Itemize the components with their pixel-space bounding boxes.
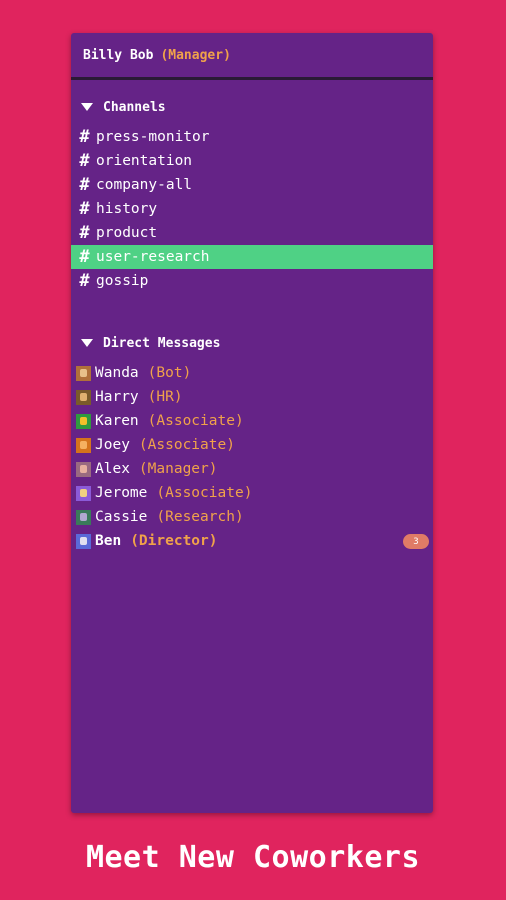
channel-item-press-monitor[interactable]: # press-monitor [71,125,433,149]
dm-role: (Research) [156,509,244,525]
workspace-header[interactable]: Billy Bob (Manager) [71,33,433,80]
dm-item-jerome[interactable]: Jerome (Associate) [71,481,433,505]
channel-item-product[interactable]: # product [71,221,433,245]
dm-name: Karen [95,413,139,429]
dm-name: Alex [95,461,130,477]
channels-title: Channels [103,99,166,115]
collapse-triangle-icon [81,103,93,111]
dm-name: Cassie [95,509,148,525]
person-avatar-icon [76,485,91,501]
dm-role: (Bot) [147,365,192,381]
person-avatar-icon [76,389,91,405]
channel-item-history[interactable]: # history [71,197,433,221]
channel-item-orientation[interactable]: # orientation [71,149,433,173]
hash-icon: # [79,199,90,219]
hash-icon: # [79,175,90,195]
sidebar-panel: Billy Bob (Manager) Channels # press-moni… [71,33,433,813]
dm-role: (Associate) [156,485,253,501]
channel-item-company-all[interactable]: # company-all [71,173,433,197]
channel-label: gossip [96,273,149,289]
channel-label: company-all [96,177,193,193]
dm-item-alex[interactable]: Alex (Manager) [71,457,433,481]
dm-item-ben[interactable]: Ben (Director) 3 [71,529,433,553]
person-avatar-icon [76,437,91,453]
robot-avatar-icon [76,365,91,381]
dm-name: Wanda [95,365,139,381]
dm-item-karen[interactable]: Karen (Associate) [71,409,433,433]
hash-icon: # [79,127,90,147]
channel-list: # press-monitor # orientation # company-all # h… [71,125,433,293]
dm-role: (Associate) [138,437,235,453]
hash-icon: # [79,247,90,267]
user-name: Billy Bob [83,47,154,63]
dm-role: (HR) [147,389,183,405]
dm-role: (Associate) [147,413,244,429]
dm-item-joey[interactable]: Joey (Associate) [71,433,433,457]
channel-label: orientation [96,153,193,169]
dm-item-cassie[interactable]: Cassie (Research) [71,505,433,529]
dm-item-wanda[interactable]: Wanda (Bot) [71,361,433,385]
channel-label: history [96,201,158,217]
dm-section-toggle[interactable]: Direct Messages [71,333,433,353]
dm-role: (Director) [130,533,218,549]
user-role: (Manager) [160,47,231,63]
person-avatar-icon [76,413,91,429]
dm-item-harry[interactable]: Harry (HR) [71,385,433,409]
channel-label: product [96,225,158,241]
channels-section-toggle[interactable]: Channels [71,97,433,117]
unread-badge: 3 [403,534,429,549]
dm-list: Wanda (Bot) Harry (HR) Karen (Associate) Joey (… [71,361,433,553]
tagline: Meet New Coworkers [85,840,421,875]
channel-item-gossip[interactable]: # gossip [71,269,433,293]
hash-icon: # [79,151,90,171]
collapse-triangle-icon [81,339,93,347]
dm-name: Joey [95,437,130,453]
dm-name: Harry [95,389,139,405]
person-avatar-icon [76,461,91,477]
dm-title: Direct Messages [103,335,221,351]
channel-label: press-monitor [96,129,210,145]
hash-icon: # [79,223,90,243]
person-avatar-icon [76,509,91,525]
dm-name: Ben [95,533,122,549]
channel-item-user-research[interactable]: # user-research [71,245,433,269]
person-avatar-icon [76,533,91,549]
dm-name: Jerome [95,485,148,501]
dm-role: (Manager) [138,461,218,477]
hash-icon: # [79,271,90,291]
channel-label: user-research [96,249,210,265]
